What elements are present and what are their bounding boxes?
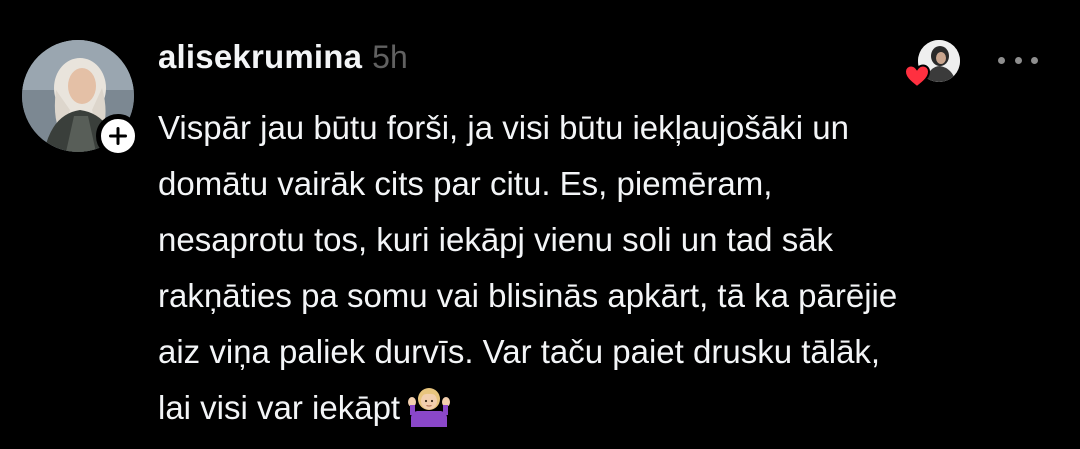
post-body: Vispār jau būtu forši, ja visi būtu iekļ… xyxy=(158,100,1063,436)
more-options-icon[interactable] xyxy=(998,52,1038,68)
author-avatar-group xyxy=(22,40,140,158)
heart-icon xyxy=(903,64,931,89)
post-body-line: domātu vairāk cits par citu. Es, piemēra… xyxy=(158,165,773,202)
more-dot xyxy=(1031,56,1038,64)
person-shrugging-emoji xyxy=(408,388,451,427)
post-body-line-text: lai visi var iekāpt xyxy=(158,389,401,426)
more-dot xyxy=(998,56,1005,64)
post-body-line: nesaprotu tos, kuri iekāpj vienu soli un… xyxy=(158,221,834,258)
post-header: alisekrumina 5h xyxy=(158,38,408,86)
thread-post: alisekrumina 5h Vispār jau būtu forši, j… xyxy=(0,0,1080,449)
post-body-line: rakņāties pa somu vai blisinās apkārt, t… xyxy=(158,277,898,314)
post-timestamp: 5h xyxy=(372,39,408,75)
plus-icon xyxy=(109,127,127,145)
follow-button[interactable] xyxy=(96,114,140,158)
post-body-line: Vispār jau būtu forši, ja visi būtu iekļ… xyxy=(158,109,849,146)
more-dot xyxy=(1014,56,1022,64)
username[interactable]: alisekrumina xyxy=(158,38,362,76)
post-body-line: aiz viņa paliek durvīs. Var taču paiet d… xyxy=(158,333,881,370)
post-body-line-last: lai visi var iekāpt xyxy=(158,380,1063,436)
